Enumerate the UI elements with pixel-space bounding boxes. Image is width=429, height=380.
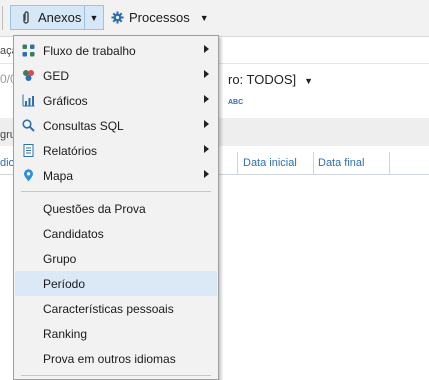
anexos-dropdown-arrow-icon[interactable]: ▼ [84,6,103,29]
anexos-button[interactable]: Anexos ▼ [10,5,104,30]
menu-item-label: Gráficos [43,94,88,108]
toolbar: Anexos ▼ Processos ▼ [0,0,429,37]
menu-item-label: Grupo [43,252,77,266]
menu-item-consultas-sql[interactable]: Consultas SQL [15,113,217,138]
menu-item-label: Ranking [43,327,88,341]
menu-item-label: GED [43,69,70,83]
toolbar-separator [2,6,3,30]
menu-item-label: Período [43,277,86,291]
menu-item-questoes-da-prova[interactable]: Questões da Prova [15,196,217,221]
column-divider [313,152,314,174]
menu-item-label: Relatórios [43,144,98,158]
chart-icon [21,93,35,107]
menu-item-grupo[interactable]: Grupo [15,246,217,271]
submenu-arrow-icon [204,145,209,153]
paperclip-icon [19,10,33,25]
filter-selector[interactable]: ro: TODOS] ▼ [228,72,313,87]
workflow-icon [21,43,35,57]
submenu-arrow-icon [204,95,209,103]
menu-separator [21,375,211,376]
submenu-arrow-icon [204,120,209,128]
submenu-arrow-icon [204,45,209,53]
column-data-final[interactable]: Data final [318,157,364,169]
processos-button[interactable]: Processos ▼ [110,5,210,30]
menu-item-label: Fluxo de trabalho [43,44,136,58]
menu-item-caracteristicas-pessoais[interactable]: Características pessoais [15,296,217,321]
menu-item-prova-em-outros-idiomas[interactable]: Prova em outros idiomas [15,346,217,371]
menu-item-ged[interactable]: GED [15,63,217,88]
column-data-inicial[interactable]: Data inicial [243,157,297,169]
menu-item-label: Questões da Prova [43,202,146,216]
ged-icon [21,68,35,82]
menu-item-relatorios[interactable]: Relatórios [15,138,217,163]
search-icon [21,118,35,132]
spellcheck-icon[interactable]: ABC [228,99,243,106]
menu-item-fluxo-de-trabalho[interactable]: Fluxo de trabalho [15,38,217,63]
menu-item-candidatos[interactable]: Candidatos [15,221,217,246]
menu-item-graficos[interactable]: Gráficos [15,88,217,113]
menu-item-label: Mapa [43,169,74,183]
menu-item-ranking[interactable]: Ranking [15,321,217,346]
processos-label: Processos [129,10,190,25]
menu-item-periodo[interactable]: Período [15,271,217,296]
anexos-menu: Fluxo de trabalho GED Gráficos Consultas… [13,35,219,380]
map-pin-icon [21,168,35,182]
menu-item-mapa[interactable]: Mapa [15,163,217,188]
processos-dropdown-arrow-icon: ▼ [199,12,209,23]
report-icon [21,143,35,157]
menu-item-label: Características pessoais [43,302,174,316]
submenu-arrow-icon [204,170,209,178]
menu-item-label: Prova em outros idiomas [43,352,176,366]
menu-item-label: Candidatos [43,227,104,241]
filter-text: ro: TODOS] [228,72,297,87]
column-divider [237,152,238,174]
filter-dropdown-arrow-icon: ▼ [304,76,314,86]
menu-separator [21,191,211,192]
column-divider [389,152,390,174]
gear-icon [110,11,124,25]
submenu-arrow-icon [204,70,209,78]
anexos-label: Anexos [38,10,82,25]
menu-item-label: Consultas SQL [43,119,124,133]
